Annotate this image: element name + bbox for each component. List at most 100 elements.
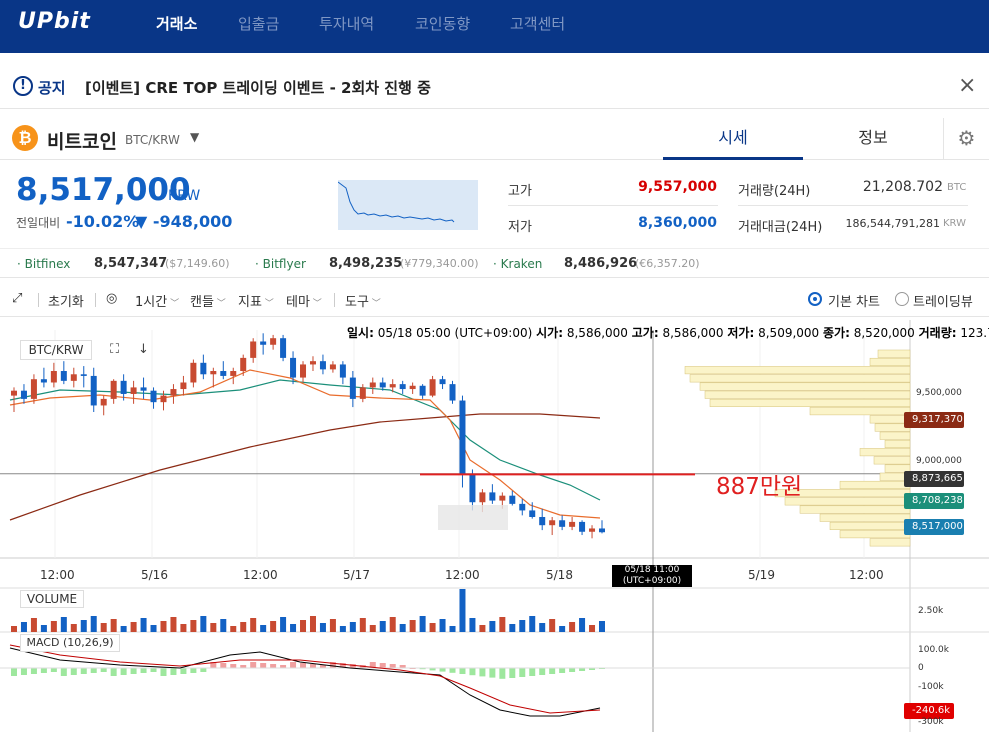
volume-bar [569,622,576,632]
volume-bar [559,626,566,632]
x-tick: 5/19 [748,568,775,582]
candle-body [429,379,436,396]
volume-bar [579,618,586,632]
candle-body [300,364,307,378]
macd-histogram-bar [569,668,576,672]
nav-exchange[interactable]: 거래소 [156,13,197,34]
nav-history[interactable]: 투자내역 [319,13,374,34]
mini-chart [338,180,478,230]
close-icon[interactable]: × [958,73,976,98]
divider [508,205,718,206]
candle-body [110,380,117,399]
volume-bar [290,624,297,632]
volume-bar [489,621,496,632]
exchange-price: 8,498,235 [329,256,403,271]
candle-body [369,382,376,388]
volume-bar [409,620,416,632]
macd-histogram-bar [549,668,556,674]
globe-icon[interactable]: ◎ [106,291,117,306]
tab-price[interactable]: 시세 [663,118,803,160]
volume-profile-bar [884,439,911,448]
zoom-control [438,505,508,530]
theme-dropdown[interactable]: 테마 ﹀ [286,291,322,310]
candle-body [529,510,536,517]
volume-profile-bar [709,398,911,407]
volume-label: 거래량(24H) [738,184,811,199]
upbit-logo[interactable]: UPbit [18,9,91,34]
x-tick: 12:00 [445,568,480,582]
price-chart[interactable] [0,316,989,732]
divider [334,293,335,307]
x-tick: 5/16 [141,568,168,582]
tradingview-label[interactable]: 트레이딩뷰 [913,291,973,310]
volume-profile-bar [799,505,911,514]
tradingview-radio[interactable] [895,292,909,306]
volume-profile-bar [877,349,911,358]
expand-icon[interactable]: ⤢ [12,291,22,306]
fullscreen-icon[interactable]: ⛶ [110,342,119,357]
volume-label: VOLUME [20,590,84,608]
macd-tick: -100k [918,682,944,692]
volume-bar [509,624,516,632]
volume-bar [80,620,87,632]
volume-bar [250,618,257,632]
candle-body [20,390,27,399]
chart-toolbar: ⤢ 초기화 ◎ 1시간 ﹀ 캔들 ﹀ 지표 ﹀ 테마 ﹀ 도구 ﹀ 기본 차트 … [0,286,989,314]
candle-body [80,374,87,376]
candle-body [449,384,456,401]
coin-header: ₿ 비트코인 BTC/KRW ▼ 시세 정보 ⚙ [0,118,989,160]
reset-button[interactable]: 초기화 [48,291,84,310]
basic-chart-radio[interactable] [808,292,822,306]
notice-text[interactable]: [이벤트] CRE TOP 트레이딩 이벤트 - 2회차 진행 중 [85,77,431,98]
basic-chart-label[interactable]: 기본 차트 [828,291,880,310]
arrow-down-icon[interactable]: ↓ [138,342,149,357]
candle-body [100,398,107,406]
macd-histogram-bar [130,668,137,674]
exchange-price: 8,547,347 [94,256,168,271]
gear-icon[interactable]: ⚙ [943,118,989,160]
macd-histogram-bar [250,662,257,668]
macd-histogram-bar [499,668,506,679]
price-label-current: 8,517,000 [904,519,964,535]
macd-histogram-bar [559,668,566,673]
nav-support[interactable]: 고객센터 [510,13,565,34]
info-icon: ! [13,76,33,96]
volume-profile-bar [689,374,911,383]
volume-value: 21,208.702 [862,179,943,195]
candle-body [459,400,466,475]
chevron-down-icon[interactable]: ▼ [190,130,199,144]
candle-body [359,387,366,399]
macd-histogram-bar [90,668,97,673]
chart-pair-label: BTC/KRW [20,340,92,360]
nav-deposit[interactable]: 입출금 [238,13,279,34]
candle-body [60,371,67,381]
ma-long-line [9,413,601,521]
candle-body [399,384,406,390]
volume-bar [479,625,486,632]
divider [38,293,39,307]
tab-info[interactable]: 정보 [803,118,943,160]
nav-trends[interactable]: 코인동향 [415,13,470,34]
indicator-dropdown[interactable]: 지표 ﹀ [238,291,274,310]
macd-histogram-bar [479,668,486,677]
candle-body [270,338,277,345]
volume-profile-bar [704,390,911,399]
candle-body [389,384,396,388]
candle-body [210,371,217,375]
macd-tick: 0 [918,663,924,673]
candle-dropdown[interactable]: 캔들 ﹀ [190,291,226,310]
macd-histogram-bar [539,668,546,675]
candle-body [170,389,177,396]
tools-dropdown[interactable]: 도구 ﹀ [345,291,381,310]
volume-bar [180,624,187,632]
volume-bar [200,616,207,632]
volume-bar [150,625,157,632]
interval-dropdown[interactable]: 1시간 ﹀ [135,291,179,310]
candle-body [290,357,297,378]
macd-histogram-bar [140,668,147,673]
coin-pair: BTC/KRW [125,133,180,147]
volume-profile-bar [839,530,911,539]
candle-body [409,385,416,390]
macd-histogram-bar [389,664,396,668]
exchange-sub: (€6,357.20) [635,257,700,270]
